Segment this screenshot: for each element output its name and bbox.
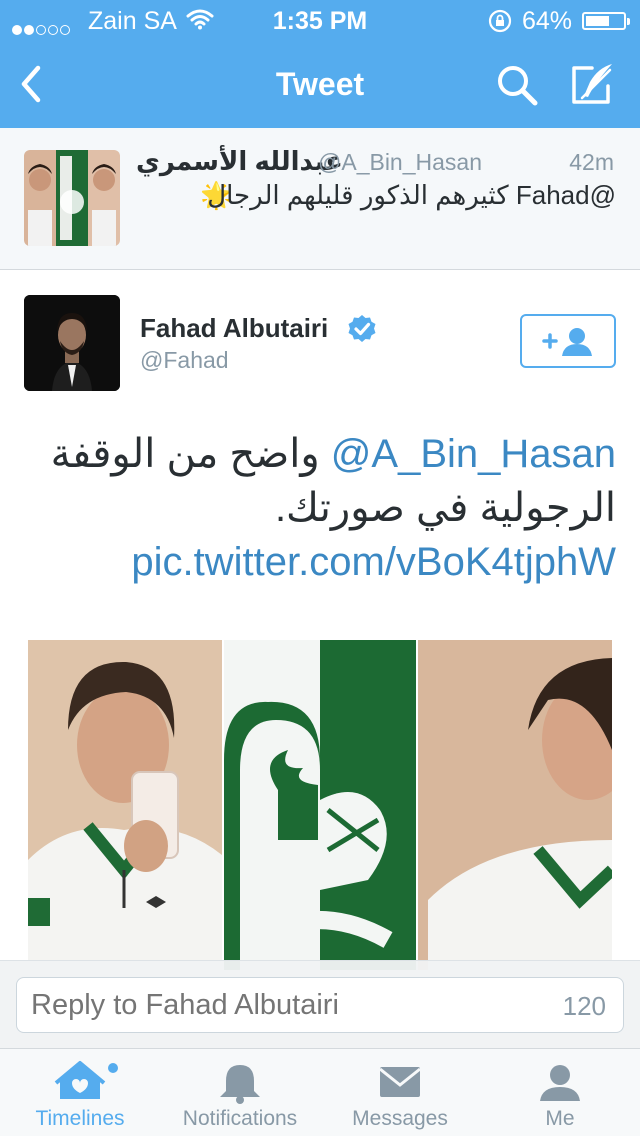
follow-button[interactable] <box>520 314 616 368</box>
bell-icon <box>220 1065 260 1104</box>
verified-badge-icon <box>348 315 376 342</box>
tab-bar: Timelines Notifications Messages Me <box>0 1048 640 1136</box>
compose-tweet-icon <box>572 64 612 104</box>
parent-tweet-timestamp: 42m <box>569 149 614 175</box>
home-icon <box>54 1061 106 1099</box>
tab-label: Me <box>545 1107 575 1130</box>
search-icon <box>498 66 538 106</box>
new-items-indicator <box>108 1063 118 1073</box>
page-title: Tweet <box>275 66 365 102</box>
parent-tweet-author-name[interactable]: عبدالله الأسمري <box>136 146 343 177</box>
parent-tweet-handle[interactable]: @A_Bin_Hasan <box>318 149 482 176</box>
author-handle[interactable]: @Fahad <box>140 347 229 374</box>
tweet-detail-screen: Zain SA 1:35 PM 64% Tweet عبدالله الأسمر… <box>0 0 640 1136</box>
tweet-photo[interactable] <box>28 640 612 970</box>
tweet-mention-link[interactable]: @A_Bin_Hasan <box>331 432 616 476</box>
tab-messages[interactable]: Messages <box>320 1049 480 1136</box>
battery-icon <box>582 12 630 30</box>
tab-label: Notifications <box>182 1107 298 1130</box>
person-icon <box>540 1065 580 1101</box>
author-avatar[interactable] <box>24 295 120 391</box>
tab-me[interactable]: Me <box>480 1049 640 1136</box>
parent-tweet[interactable]: عبدالله الأسمري @A_Bin_Hasan 42m 🌟 @Faha… <box>0 128 640 270</box>
tab-label: Timelines <box>35 1107 125 1130</box>
status-bar: Zain SA 1:35 PM 64% <box>0 0 640 40</box>
parent-tweet-text: @Fahad كثيرهم الذكور قليلهم الرجال <box>207 180 616 210</box>
tab-label: Messages <box>352 1107 448 1130</box>
header: Zain SA 1:35 PM 64% Tweet <box>0 0 640 128</box>
navigation-bar: Tweet <box>0 40 640 128</box>
add-user-icon <box>542 328 592 356</box>
tweet-media-link[interactable]: pic.twitter.com/vBoK4tjphW <box>131 540 616 584</box>
tab-timelines[interactable]: Timelines <box>0 1049 160 1136</box>
reply-input[interactable] <box>16 977 624 1033</box>
battery-percent: 64% <box>522 7 573 35</box>
search-button[interactable] <box>494 62 540 108</box>
parent-tweet-avatar[interactable] <box>24 150 120 246</box>
rotation-lock-icon <box>487 8 513 41</box>
reply-bar: 120 <box>0 960 640 1049</box>
tweet-text: @A_Bin_Hasan واضح من الوقفة الرجولية في … <box>30 427 616 589</box>
tab-notifications[interactable]: Notifications <box>160 1049 320 1136</box>
compose-tweet-button[interactable] <box>568 60 618 108</box>
author-name[interactable]: Fahad Albutairi <box>140 313 328 344</box>
reply-character-count: 120 <box>562 991 606 1021</box>
envelope-icon <box>379 1067 421 1097</box>
